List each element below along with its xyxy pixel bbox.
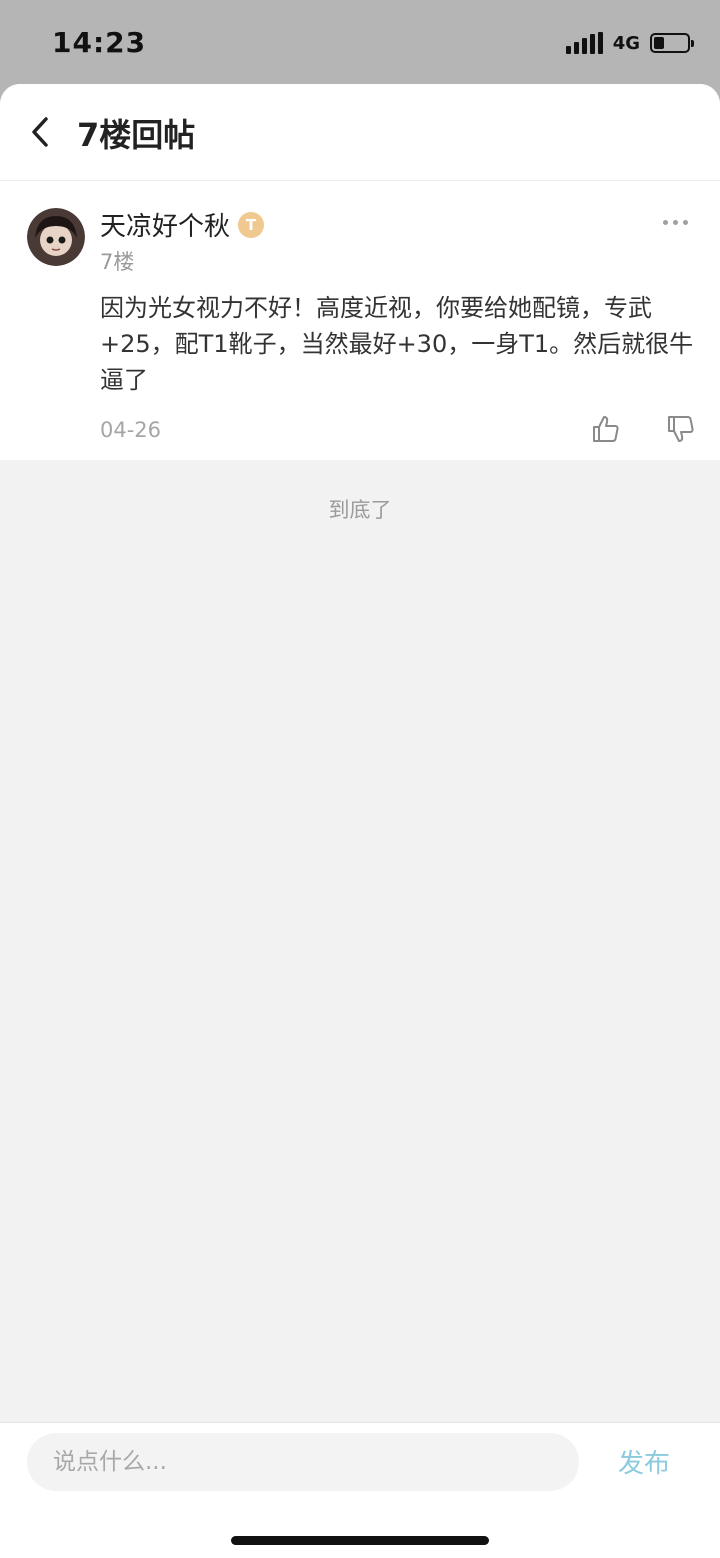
home-indicator[interactable] bbox=[231, 1536, 489, 1545]
thumbs-down-icon[interactable] bbox=[665, 413, 697, 445]
battery-icon bbox=[650, 33, 694, 53]
status-time: 14:23 bbox=[52, 26, 147, 59]
signal-icon bbox=[565, 32, 603, 54]
reply-content: 因为光女视力不好！高度近视，你要给她配镜，专武+25，配T1靴子，当然最好+30… bbox=[100, 294, 694, 394]
back-button[interactable] bbox=[20, 110, 60, 154]
post-date: 04-26 bbox=[100, 418, 162, 442]
network-type: 4G bbox=[612, 32, 640, 54]
comment-input[interactable] bbox=[27, 1433, 579, 1491]
chevron-left-icon bbox=[32, 117, 48, 147]
avatar[interactable] bbox=[27, 208, 85, 266]
avatar-image bbox=[27, 208, 85, 266]
thumbs-up-icon[interactable] bbox=[590, 413, 622, 445]
battery-level bbox=[654, 37, 664, 49]
end-of-list-text: 到底了 bbox=[328, 498, 392, 522]
comment-bar: 发布 bbox=[0, 1422, 720, 1558]
page-title: 7楼回帖 bbox=[77, 116, 196, 154]
reply-sheet: 7楼回帖 天凉好个秋 T 7楼 因为光女视力不好！高度近视，你要给她配镜，专武+… bbox=[0, 84, 720, 1558]
author-row: 天凉好个秋 T bbox=[100, 206, 265, 243]
level-badge: T bbox=[238, 211, 265, 238]
floor-number: 7楼 bbox=[100, 250, 135, 274]
publish-button[interactable]: 发布 bbox=[618, 1443, 670, 1480]
status-indicators: 4G bbox=[565, 30, 694, 56]
nav-bar: 7楼回帖 bbox=[0, 84, 720, 181]
author-name[interactable]: 天凉好个秋 bbox=[100, 206, 230, 243]
status-bar: 14:23 4G bbox=[0, 0, 720, 84]
more-dots-icon[interactable] bbox=[663, 220, 688, 225]
